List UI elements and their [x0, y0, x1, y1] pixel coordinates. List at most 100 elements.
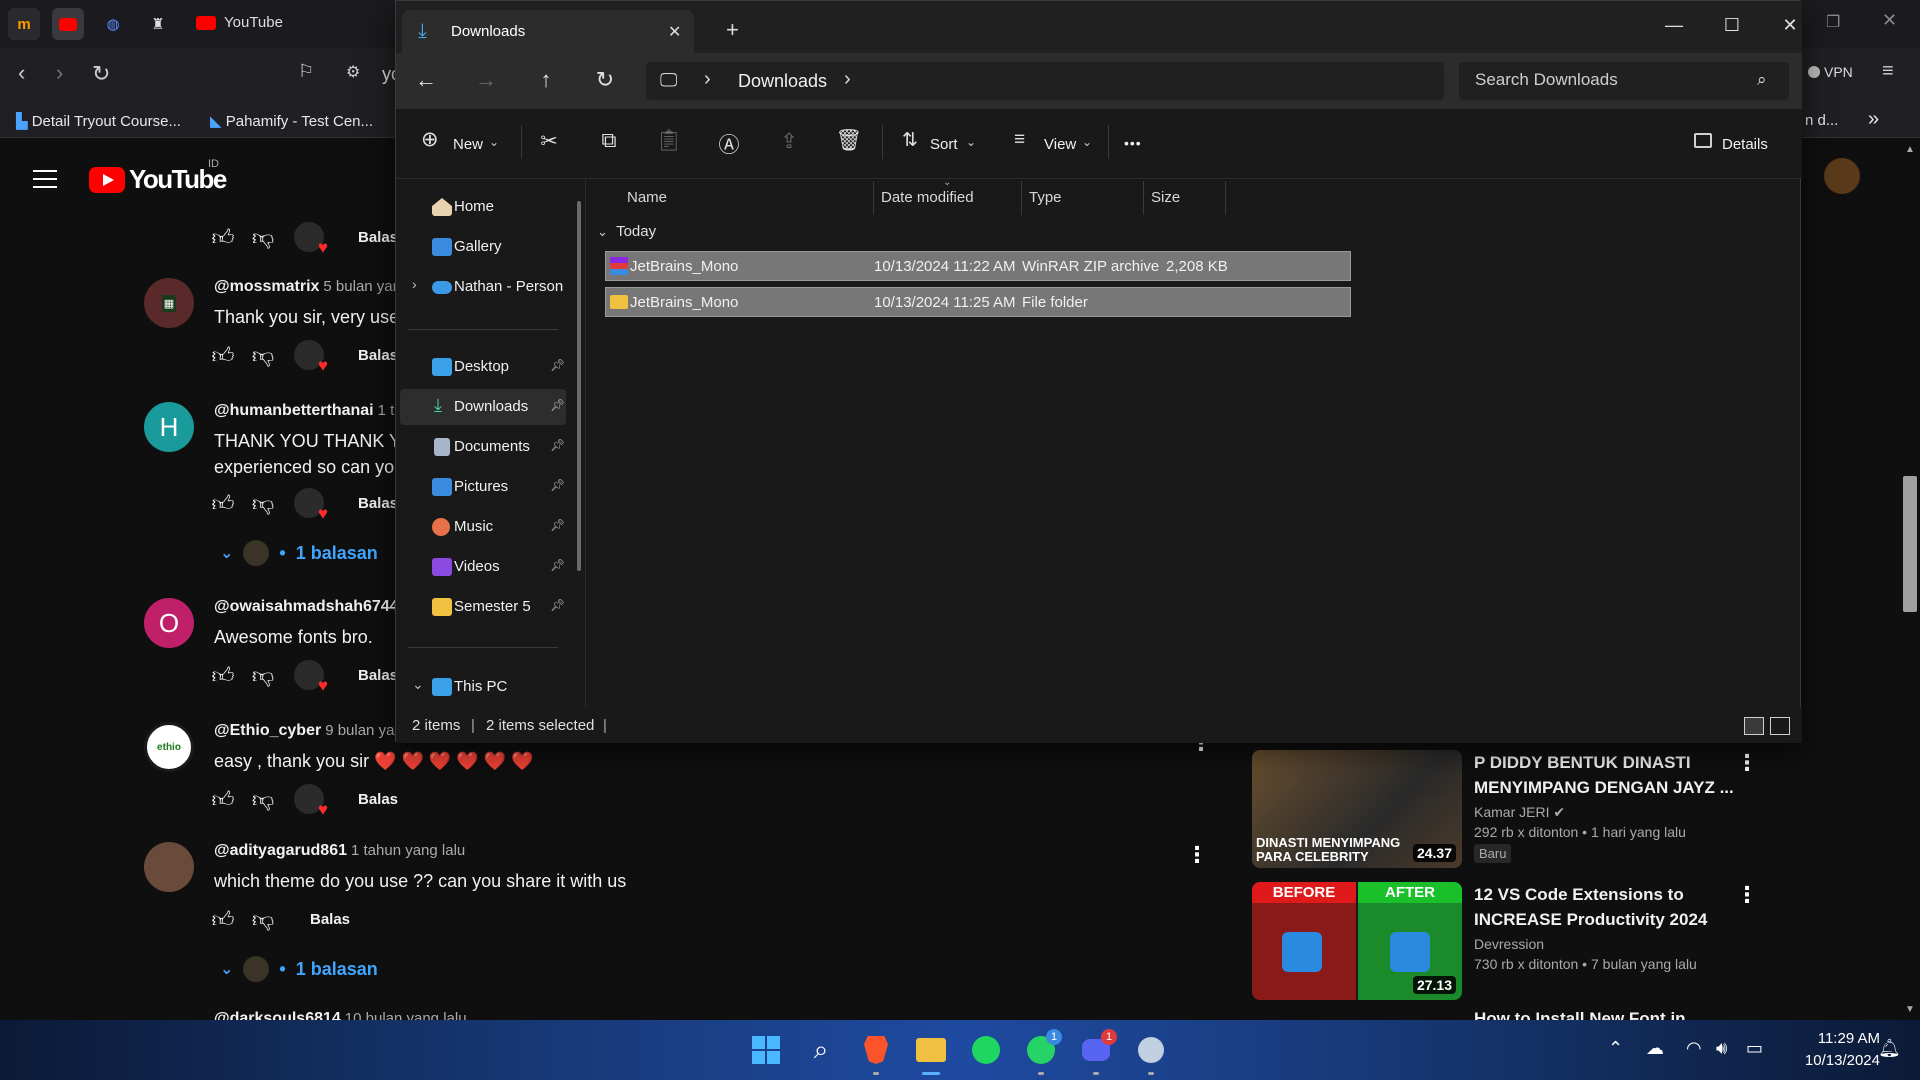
- nav-item-desktop[interactable]: Desktop 📌︎: [400, 349, 566, 385]
- nav-item-home[interactable]: Home: [400, 189, 566, 225]
- browser-restore-icon[interactable]: ❐: [1826, 12, 1840, 32]
- column-separator[interactable]: [873, 181, 874, 215]
- wifi-icon[interactable]: ◠: [1686, 1038, 1702, 1059]
- maximize-icon[interactable]: ☐: [1712, 9, 1752, 41]
- battery-icon[interactable]: ▭: [1746, 1038, 1763, 1059]
- volume-icon[interactable]: 🔊︎: [1716, 1038, 1727, 1059]
- dislike-icon[interactable]: 👎︎: [250, 224, 276, 251]
- tray-overflow-icon[interactable]: ⌃: [1608, 1038, 1623, 1059]
- like-icon[interactable]: 👍︎: [210, 224, 236, 251]
- nav-item-videos[interactable]: Videos 📌︎: [400, 549, 566, 585]
- copy-icon[interactable]: ⧉: [594, 129, 624, 153]
- vpn-button[interactable]: VPN: [1808, 64, 1853, 80]
- chevron-down-icon[interactable]: ⌄: [412, 676, 424, 693]
- address-bar[interactable]: 🖵︎ › Downloads ›: [646, 62, 1444, 100]
- pin-icon[interactable]: 📌︎: [550, 358, 565, 372]
- whatsapp-icon[interactable]: 1: [1024, 1029, 1062, 1067]
- comment-username[interactable]: @owaisahmadshah6744: [214, 598, 399, 615]
- file-explorer-icon[interactable]: [914, 1033, 948, 1067]
- comment-time[interactable]: 10 bulan yang lalu: [345, 1010, 467, 1020]
- hamburger-menu-icon[interactable]: [33, 170, 57, 194]
- bookmarks-overflow-icon[interactable]: »: [1868, 108, 1879, 131]
- reply-button[interactable]: Balas: [358, 347, 398, 364]
- browser-tab-game[interactable]: ♜: [142, 8, 174, 40]
- account-avatar[interactable]: [1824, 158, 1860, 194]
- tiles-view-icon[interactable]: [1770, 717, 1790, 735]
- chevron-right-icon[interactable]: ›: [412, 276, 417, 292]
- scroll-up-icon[interactable]: ▲: [1905, 144, 1915, 155]
- dislike-icon[interactable]: 👎︎: [250, 342, 276, 369]
- nav-item-onedrive[interactable]: › Nathan - Person: [400, 269, 566, 305]
- comment-time[interactable]: 5 bulan yan: [323, 278, 401, 295]
- pin-icon[interactable]: 📌︎: [550, 518, 565, 532]
- sort-button[interactable]: ⇅ Sort ⌄: [902, 129, 982, 159]
- close-icon[interactable]: ✕: [1770, 9, 1810, 41]
- video-title[interactable]: 12 VS Code Extensions to INCREASE Produc…: [1474, 882, 1734, 932]
- breadcrumb-downloads[interactable]: Downloads: [738, 71, 827, 92]
- view-replies-button[interactable]: ⌄ • 1 balasan: [220, 956, 378, 982]
- comment-time[interactable]: 1 tahun yang lalu: [351, 842, 465, 859]
- bookmark-item-tryout[interactable]: ▙ Detail Tryout Course...: [16, 112, 181, 130]
- browser-close-icon[interactable]: ✕: [1882, 10, 1897, 31]
- search-icon[interactable]: ⌕: [804, 1033, 838, 1067]
- forward-icon[interactable]: →: [471, 67, 501, 93]
- nav-item-semester[interactable]: Semester 5 📌︎: [400, 589, 566, 625]
- dislike-icon[interactable]: 👎︎: [250, 662, 276, 689]
- file-row[interactable]: JetBrains_Mono 10/13/2024 11:25 AM File …: [605, 287, 1351, 317]
- browser-tab-youtube-pinned[interactable]: [52, 8, 84, 40]
- bookmark-item-partial[interactable]: n d...: [1805, 112, 1838, 129]
- avatar[interactable]: ethio: [144, 722, 194, 772]
- rename-icon[interactable]: Ⓐ: [714, 129, 744, 159]
- clock-time[interactable]: 11:29 AM: [1804, 1030, 1880, 1047]
- like-icon[interactable]: 👍︎: [210, 786, 236, 813]
- comment-username[interactable]: @Ethio_cyber: [214, 722, 321, 739]
- column-separator[interactable]: [1225, 181, 1226, 215]
- nav-item-music[interactable]: Music 📌︎: [400, 509, 566, 545]
- file-row[interactable]: JetBrains_Mono 10/13/2024 11:22 AM WinRA…: [605, 251, 1351, 281]
- pin-icon[interactable]: 📌︎: [550, 438, 565, 452]
- view-replies-button[interactable]: ⌄ • 1 balasan: [220, 540, 378, 566]
- browser-tab-active[interactable]: YouTube: [196, 14, 283, 31]
- explorer-tab-downloads[interactable]: ⤓ ✕: [402, 10, 694, 54]
- dislike-icon[interactable]: 👎︎: [250, 786, 276, 813]
- video-thumbnail[interactable]: DINASTI MENYIMPANG PARA CELEBRITY 24.37: [1252, 750, 1462, 868]
- dislike-icon[interactable]: 👎︎: [250, 906, 276, 933]
- youtube-logo[interactable]: YouTube: [89, 164, 227, 195]
- comment-username[interactable]: @mossmatrix: [214, 278, 319, 295]
- bookmark-item-pahamify[interactable]: ◣ Pahamify - Test Cen...: [210, 112, 373, 130]
- comment-username[interactable]: @humanbetterthanai: [214, 402, 374, 419]
- view-button[interactable]: ≡ View ⌄: [1014, 129, 1098, 159]
- pin-icon[interactable]: 📌︎: [550, 398, 565, 412]
- browser-tab-mn[interactable]: m: [8, 8, 40, 40]
- details-pane-button[interactable]: Details: [1694, 129, 1784, 159]
- breadcrumb-chevron-icon[interactable]: ›: [704, 68, 711, 91]
- brave-browser-icon[interactable]: [859, 1033, 893, 1067]
- paste-icon[interactable]: 📋︎: [654, 129, 684, 153]
- pin-icon[interactable]: 📌︎: [550, 558, 565, 572]
- nav-item-thispc[interactable]: ⌄ This PC: [400, 669, 566, 705]
- new-tab-icon[interactable]: +: [726, 17, 739, 43]
- sidebar-video[interactable]: How to Install New Font in: [1252, 1006, 1772, 1020]
- steam-icon[interactable]: [1134, 1033, 1168, 1067]
- reply-button[interactable]: Balas: [358, 667, 398, 684]
- column-header-date[interactable]: Date modified: [881, 189, 974, 206]
- page-scroll-thumb[interactable]: [1903, 476, 1917, 612]
- browser-tab-globe[interactable]: ◍: [97, 8, 129, 40]
- video-more-icon[interactable]: ⋮: [1736, 750, 1758, 776]
- comment-username[interactable]: @adityagarud861: [214, 842, 347, 859]
- search-icon[interactable]: ⌕: [1757, 70, 1767, 90]
- avatar[interactable]: O: [144, 598, 194, 648]
- start-windows-icon[interactable]: [749, 1033, 783, 1067]
- video-channel[interactable]: Devression: [1474, 936, 1544, 952]
- nav-item-documents[interactable]: Documents 📌︎: [400, 429, 566, 465]
- column-header-type[interactable]: Type: [1029, 189, 1062, 206]
- dislike-icon[interactable]: 👎︎: [250, 490, 276, 517]
- details-view-icon[interactable]: [1744, 717, 1764, 735]
- spotify-icon[interactable]: [969, 1033, 1003, 1067]
- bookmark-icon[interactable]: ⚐: [298, 61, 314, 82]
- explorer-tab-close-icon[interactable]: ✕: [668, 22, 681, 42]
- reply-button[interactable]: Balas: [358, 229, 398, 246]
- nav-item-downloads[interactable]: ⤓ Downloads 📌︎: [400, 389, 566, 425]
- nav-item-pictures[interactable]: Pictures 📌︎: [400, 469, 566, 505]
- site-settings-icon[interactable]: ⚙: [346, 62, 360, 82]
